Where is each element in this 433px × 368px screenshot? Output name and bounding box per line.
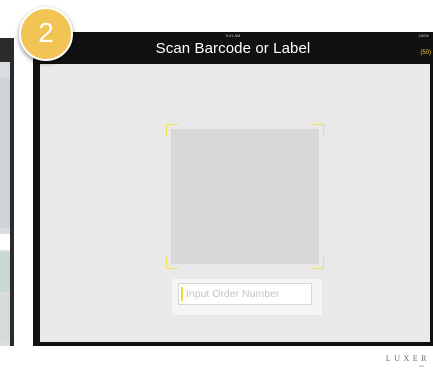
viewfinder-corner bbox=[166, 124, 178, 136]
step-number: 2 bbox=[38, 17, 54, 48]
previous-screen-edge bbox=[0, 38, 14, 346]
order-input-container bbox=[172, 279, 322, 315]
scan-viewfinder[interactable] bbox=[166, 124, 324, 269]
previous-screen-block bbox=[0, 294, 10, 338]
nav-bar: Scan Barcode or Label (50) bbox=[33, 38, 433, 64]
device-screen: 9:41 AM 100% Scan Barcode or Label (50) … bbox=[33, 32, 433, 368]
page-title: Scan Barcode or Label bbox=[155, 40, 311, 57]
viewfinder-corner bbox=[312, 124, 324, 136]
viewfinder-corner bbox=[166, 257, 178, 269]
previous-screen-block bbox=[0, 234, 10, 250]
camera-preview bbox=[171, 129, 319, 264]
text-caret bbox=[181, 287, 183, 301]
order-count-badge[interactable]: (50) bbox=[420, 50, 431, 56]
luxer-logo: LUXER bbox=[385, 354, 430, 363]
previous-screen-block bbox=[0, 78, 10, 228]
viewfinder-corner bbox=[312, 257, 324, 269]
order-number-input[interactable] bbox=[178, 283, 312, 305]
previous-screen-block bbox=[0, 252, 10, 292]
step-number-badge: 2 bbox=[19, 7, 73, 61]
scan-content: LUXER ONE bbox=[40, 64, 430, 368]
